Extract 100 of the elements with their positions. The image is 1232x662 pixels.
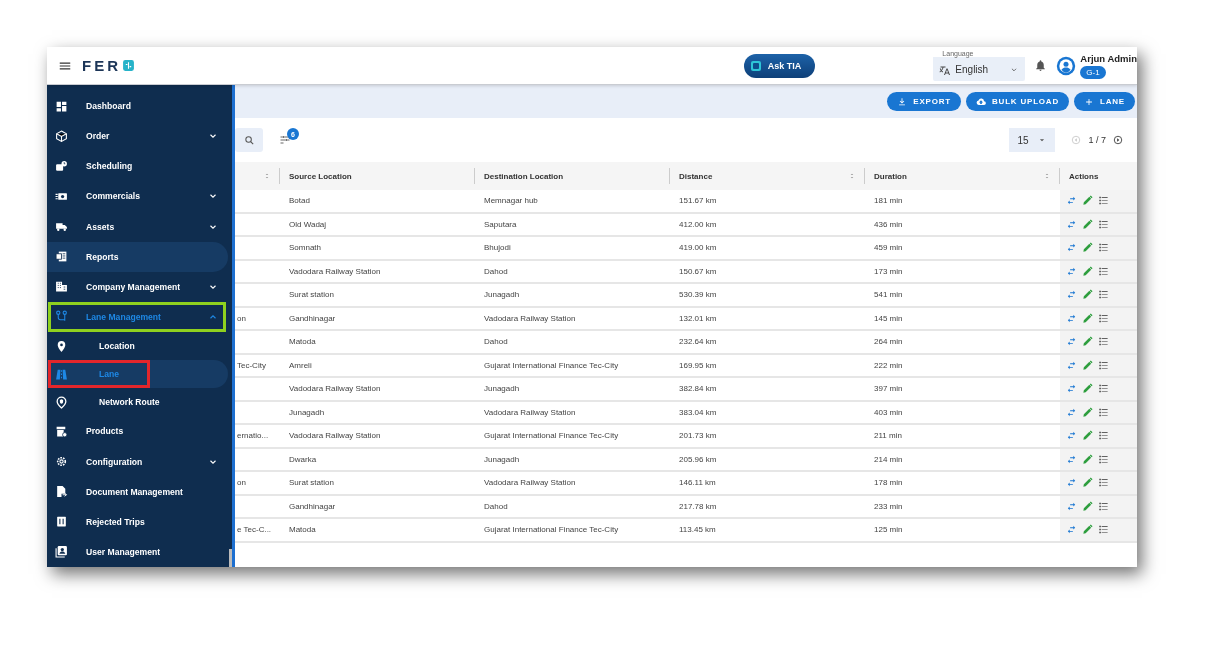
swap-arrows-icon[interactable] [1066, 218, 1077, 230]
pencil-icon[interactable] [1082, 265, 1093, 277]
table-cell: Dwarka [289, 454, 317, 464]
swap-arrows-icon[interactable] [1066, 524, 1077, 536]
table-cell: on [237, 313, 246, 323]
swap-arrows-icon[interactable] [1066, 336, 1077, 348]
list-icon[interactable] [1098, 242, 1109, 254]
swap-arrows-icon[interactable] [1066, 289, 1077, 301]
table-cell: Junagadh [484, 384, 520, 394]
table-cell: Botad [289, 196, 310, 206]
table-cell: Matoda [289, 525, 316, 535]
nav-item[interactable]: Lane Management [47, 301, 228, 332]
role-badge: G-1 [1080, 65, 1106, 79]
spreadsheet-icon [55, 250, 68, 264]
toolbar-button[interactable]: EXPORT [887, 92, 961, 111]
next-page-icon[interactable] [1113, 135, 1123, 145]
pencil-icon[interactable] [1082, 477, 1093, 489]
sort-icon[interactable] [263, 172, 271, 180]
table-cell: Dahod [484, 337, 508, 347]
table-cell: 205.96 km [679, 454, 717, 464]
swap-arrows-icon[interactable] [1066, 195, 1077, 207]
list-icon[interactable] [1098, 430, 1109, 442]
nav-item[interactable]: Order [47, 121, 228, 152]
list-icon[interactable] [1098, 500, 1109, 512]
nav-item[interactable]: Company Management [47, 271, 228, 302]
swap-arrows-icon[interactable] [1066, 312, 1077, 324]
sort-icon[interactable] [1043, 172, 1051, 180]
pencil-icon[interactable] [1082, 312, 1093, 324]
table-cell: Surat station [289, 478, 334, 488]
nav-item[interactable]: Commercials [47, 181, 228, 212]
nav-item[interactable]: Document Management [47, 476, 228, 507]
swap-arrows-icon[interactable] [1066, 383, 1077, 395]
filter-icon [279, 134, 291, 146]
table-cell: ernatio... [237, 431, 269, 441]
pencil-icon[interactable] [1082, 453, 1093, 465]
ask-button[interactable]: Ask TIA [743, 53, 816, 78]
pencil-icon[interactable] [1082, 242, 1093, 254]
list-icon[interactable] [1098, 406, 1109, 418]
route-icon [55, 310, 68, 324]
toolbar-button[interactable]: LANE [1074, 92, 1135, 111]
list-icon[interactable] [1098, 195, 1109, 207]
nav-item[interactable]: Configuration [47, 446, 228, 477]
dashboard-icon [55, 99, 68, 113]
logo-icon [122, 59, 135, 72]
toolbar-button[interactable]: BULK UPLOAD [966, 92, 1069, 111]
swap-arrows-icon[interactable] [1066, 406, 1077, 418]
page-size-select[interactable]: 15 [1009, 128, 1056, 152]
list-icon[interactable] [1098, 218, 1109, 230]
swap-arrows-icon[interactable] [1066, 477, 1077, 489]
swap-arrows-icon[interactable] [1066, 453, 1077, 465]
pencil-icon[interactable] [1082, 524, 1093, 536]
table-cell: Gandhinagar [289, 313, 336, 323]
table-cell: Tec-City [237, 360, 266, 370]
list-icon[interactable] [1098, 289, 1109, 301]
pencil-icon[interactable] [1082, 430, 1093, 442]
table-cell: 214 min [874, 454, 903, 464]
table-cell: 382.84 km [679, 384, 717, 394]
table-cell: Junagadh [289, 407, 325, 417]
submenu-item[interactable]: Location [47, 332, 228, 361]
pencil-icon[interactable] [1082, 218, 1093, 230]
table-cell: 211 min [874, 431, 902, 441]
table-cell: 403 min [874, 407, 903, 417]
list-icon[interactable] [1098, 453, 1109, 465]
swap-arrows-icon[interactable] [1066, 430, 1077, 442]
list-icon[interactable] [1098, 336, 1109, 348]
list-icon[interactable] [1098, 524, 1109, 536]
document-icon [55, 485, 68, 499]
pencil-icon[interactable] [1082, 336, 1093, 348]
sort-icon[interactable] [848, 172, 856, 180]
pencil-icon[interactable] [1082, 289, 1093, 301]
pencil-icon[interactable] [1082, 383, 1093, 395]
search-button[interactable] [235, 128, 263, 152]
table-cell: Saputara [484, 219, 517, 229]
table-cell: 113.45 km [679, 525, 716, 535]
table-cell: Dahod [484, 501, 508, 511]
bell-icon[interactable] [1034, 59, 1048, 72]
list-icon[interactable] [1098, 265, 1109, 277]
table-cell: Junagadh [484, 454, 520, 464]
submenu-item[interactable]: Network Route [47, 388, 228, 417]
nav-item[interactable]: Products [47, 416, 228, 447]
list-icon[interactable] [1098, 383, 1109, 395]
swap-arrows-icon[interactable] [1066, 359, 1077, 371]
nav-item[interactable]: Rejected Trips [47, 506, 228, 537]
list-icon[interactable] [1098, 359, 1109, 371]
avatar-icon[interactable] [1056, 55, 1077, 76]
pencil-icon[interactable] [1082, 500, 1093, 512]
nav-item[interactable]: Assets [47, 211, 228, 242]
list-icon[interactable] [1098, 312, 1109, 324]
nav-item[interactable]: Reports [47, 241, 228, 272]
pencil-icon[interactable] [1082, 406, 1093, 418]
column-header: Actions [1069, 171, 1099, 181]
pencil-icon[interactable] [1082, 359, 1093, 371]
swap-arrows-icon[interactable] [1066, 242, 1077, 254]
nav-item[interactable]: Scheduling [47, 151, 228, 182]
swap-arrows-icon[interactable] [1066, 500, 1077, 512]
nav-item[interactable]: User Management [47, 536, 228, 567]
nav-item[interactable]: Dashboard [47, 91, 228, 122]
list-icon[interactable] [1098, 477, 1109, 489]
pencil-icon[interactable] [1082, 195, 1093, 207]
swap-arrows-icon[interactable] [1066, 265, 1077, 277]
